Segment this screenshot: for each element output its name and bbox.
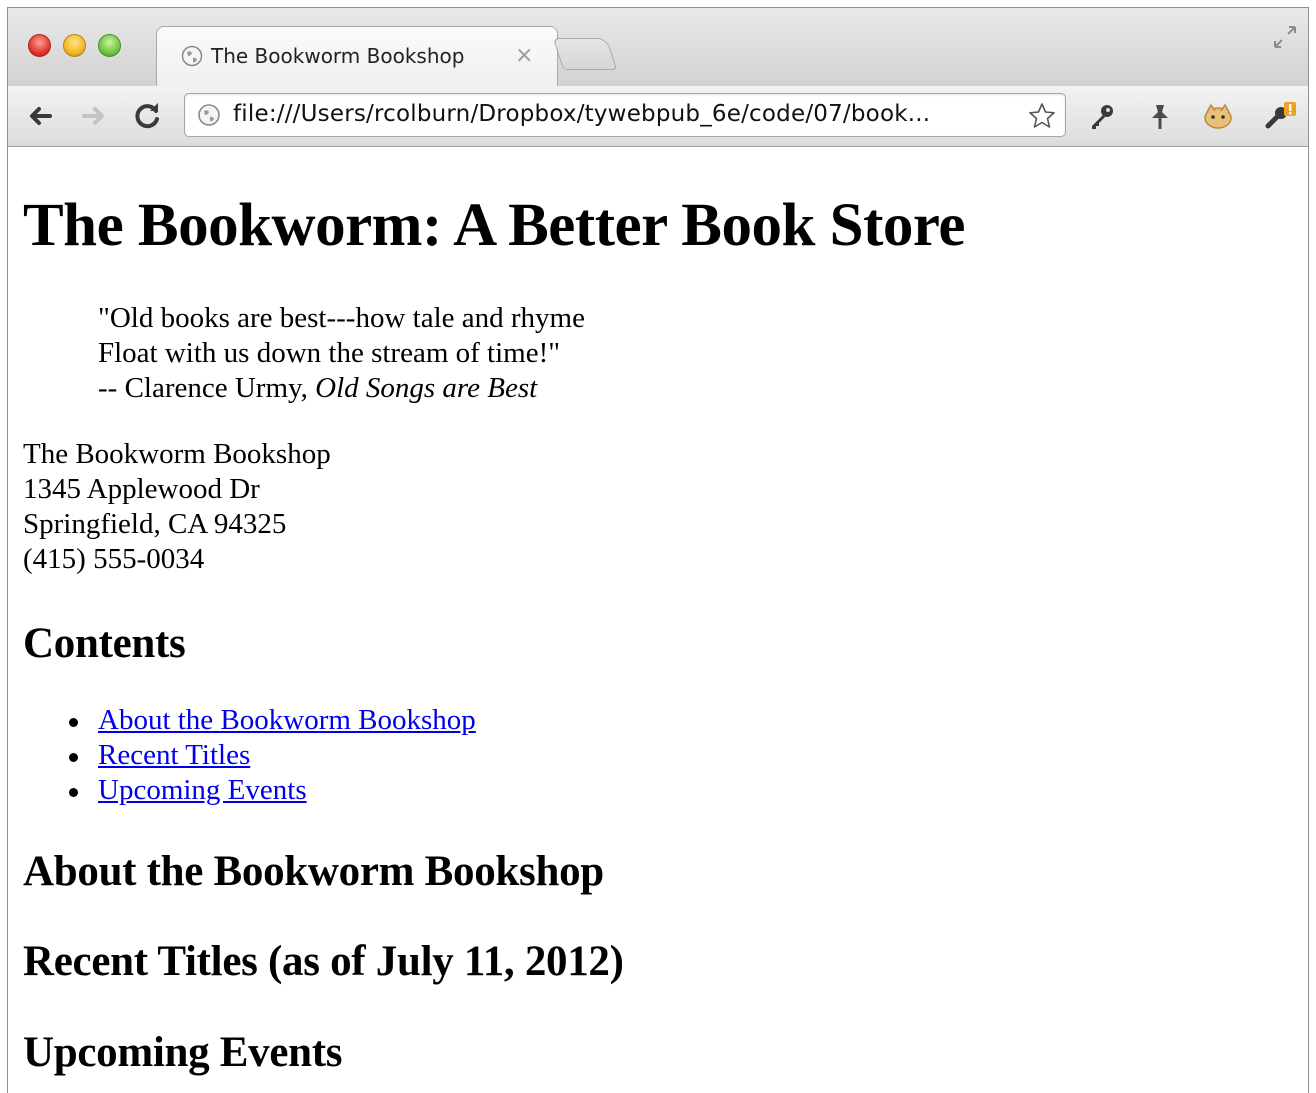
quote-line: "Old books are best---how tale and rhyme: [98, 302, 585, 334]
address-url: file:///Users/rcolburn/Dropbox/tywebpub_…: [233, 101, 931, 127]
address-street: 1345 Applewood Dr: [23, 473, 260, 505]
address-phone: (415) 555-0034: [23, 543, 205, 575]
store-address: The Bookworm Bookshop 1345 Applewood Dr …: [23, 437, 331, 577]
link-recent-titles[interactable]: Recent Titles: [98, 739, 250, 771]
list-item: Recent Titles: [23, 738, 476, 773]
fullscreen-icon[interactable]: [1272, 24, 1298, 50]
new-tab-button[interactable]: [552, 38, 618, 70]
tab-strip: The Bookworm Bookshop ×: [8, 8, 1308, 86]
quote-attribution: -- Clarence Urmy, Old Songs are Best: [98, 371, 585, 406]
window-close-button[interactable]: [28, 34, 51, 57]
extension-face-icon[interactable]: [1202, 100, 1234, 132]
bookmark-star-icon[interactable]: [1027, 101, 1057, 131]
pin-icon[interactable]: [1144, 100, 1176, 132]
quote-line: Float with us down the stream of time!": [98, 337, 561, 369]
link-upcoming-events[interactable]: Upcoming Events: [98, 774, 307, 806]
reload-icon[interactable]: [132, 100, 164, 132]
section-recent-heading: Recent Titles (as of July 11, 2012): [23, 938, 624, 985]
window-zoom-button[interactable]: [98, 34, 121, 57]
list-item: About the Bookworm Bookshop: [23, 703, 476, 738]
page-content: The Bookworm: A Better Book Store "Old b…: [8, 147, 1308, 1093]
section-events-heading: Upcoming Events: [23, 1029, 343, 1076]
globe-icon: [181, 45, 203, 67]
quote-author: -- Clarence Urmy,: [98, 372, 316, 404]
browser-toolbar: file:///Users/rcolburn/Dropbox/tywebpub_…: [8, 86, 1308, 147]
tab-title: The Bookworm Bookshop: [211, 44, 465, 68]
address-name: The Bookworm Bookshop: [23, 438, 331, 470]
forward-arrow-icon[interactable]: [78, 100, 110, 132]
address-bar[interactable]: file:///Users/rcolburn/Dropbox/tywebpub_…: [184, 93, 1066, 137]
window-minimize-button[interactable]: [63, 34, 86, 57]
link-about[interactable]: About the Bookworm Bookshop: [98, 704, 476, 736]
tab-active[interactable]: The Bookworm Bookshop ×: [156, 26, 558, 86]
contents-list: About the Bookworm Bookshop Recent Title…: [23, 703, 476, 808]
tab-close-icon[interactable]: ×: [515, 43, 533, 68]
page-info-globe-icon[interactable]: [197, 103, 221, 127]
wrench-warning-icon[interactable]: [1264, 100, 1296, 132]
browser-window: The Bookworm Bookshop × file:///Users/rc…: [7, 7, 1309, 1093]
address-city: Springfield, CA 94325: [23, 508, 287, 540]
quote-source-title: Old Songs are Best: [315, 372, 538, 404]
section-about-heading: About the Bookworm Bookshop: [23, 848, 604, 895]
contents-heading: Contents: [23, 620, 186, 667]
key-icon[interactable]: [1086, 100, 1118, 132]
back-arrow-icon[interactable]: [24, 100, 56, 132]
page-title: The Bookworm: A Better Book Store: [23, 192, 965, 259]
quote-block: "Old books are best---how tale and rhyme…: [98, 301, 585, 406]
list-item: Upcoming Events: [23, 773, 476, 808]
